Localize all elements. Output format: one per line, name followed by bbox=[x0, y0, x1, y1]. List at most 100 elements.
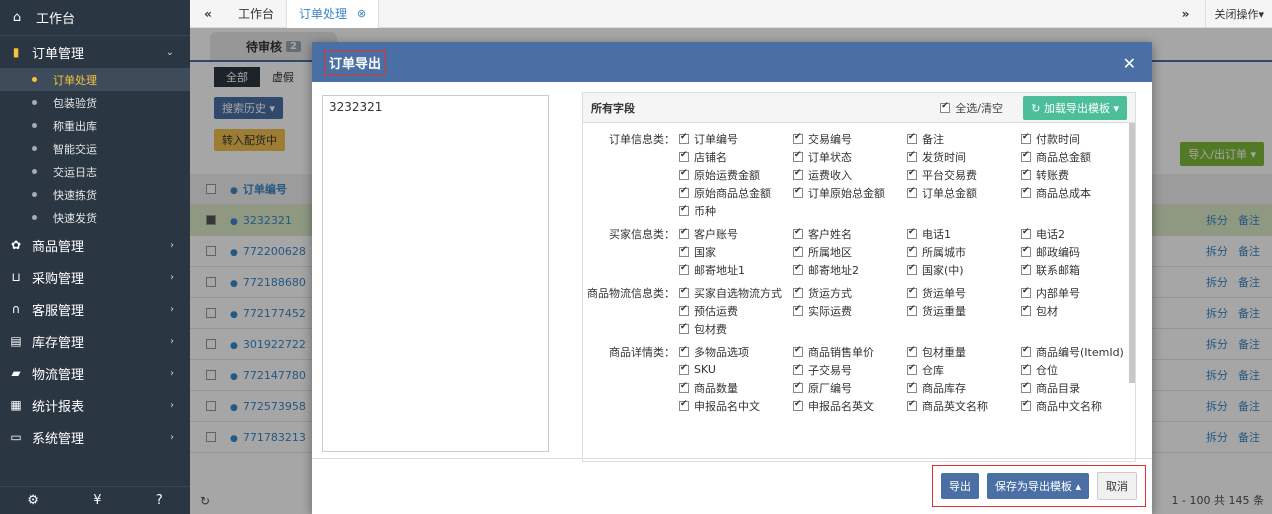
field-checkbox[interactable]: 多物品选项 bbox=[679, 344, 793, 359]
help-icon[interactable]: ? bbox=[156, 493, 163, 508]
field-checkbox[interactable]: 国家(中) bbox=[907, 262, 1021, 277]
tab-workbench[interactable]: 工作台 bbox=[226, 0, 288, 28]
field-checkbox[interactable]: 客户姓名 bbox=[793, 226, 907, 241]
save-template-button[interactable]: 保存为导出模板 ▴ bbox=[986, 473, 1089, 499]
field-checkbox[interactable]: 商品中文名称 bbox=[1021, 398, 1135, 413]
currency-icon[interactable]: ¥ bbox=[93, 493, 101, 508]
sidebar-item-service[interactable]: ∩ 客服管理 › bbox=[0, 293, 190, 325]
field-checkbox[interactable]: 转账费 bbox=[1021, 167, 1135, 182]
sidebar-item-orders[interactable]: ▮ 订单管理 ⌄ bbox=[0, 36, 190, 68]
field-checkbox[interactable]: 商品总金额 bbox=[1021, 149, 1135, 164]
field-checkbox[interactable]: 买家自选物流方式 bbox=[679, 285, 793, 300]
field-checkbox[interactable]: 商品库存 bbox=[907, 380, 1021, 395]
field-checkbox[interactable]: 电话1 bbox=[907, 226, 1021, 241]
sidebar-sub-item[interactable]: 快速发货 bbox=[0, 206, 190, 229]
field-checkbox[interactable]: 实际运费 bbox=[793, 303, 907, 318]
field-checkbox[interactable]: 平台交易费 bbox=[907, 167, 1021, 182]
field-checkbox[interactable]: 原始商品总金额 bbox=[679, 185, 793, 200]
sidebar-item-products[interactable]: ✿ 商品管理 › bbox=[0, 229, 190, 261]
sidebar-item-system[interactable]: ▭ 系统管理 › bbox=[0, 421, 190, 453]
field-checkbox[interactable]: 付款时间 bbox=[1021, 131, 1135, 146]
checkbox-icon bbox=[793, 132, 803, 144]
field-checkbox[interactable]: 货运方式 bbox=[793, 285, 907, 300]
field-checkbox[interactable]: 订单编号 bbox=[679, 131, 793, 146]
close-icon[interactable]: ✕ bbox=[1123, 54, 1136, 73]
field-label: 订单总金额 bbox=[922, 186, 977, 200]
field-checkbox[interactable]: 包材 bbox=[1021, 303, 1135, 318]
field-checkbox[interactable]: 子交易号 bbox=[793, 362, 907, 377]
sidebar-item-reports[interactable]: ▦ 统计报表 › bbox=[0, 389, 190, 421]
sidebar-item-logistics[interactable]: ▰ 物流管理 › bbox=[0, 357, 190, 389]
sidebar-sub-item[interactable]: 快速拣货 bbox=[0, 183, 190, 206]
checkbox-icon bbox=[907, 263, 917, 275]
field-checkbox[interactable]: 备注 bbox=[907, 131, 1021, 146]
refresh-icon[interactable]: ↻ bbox=[200, 494, 210, 508]
field-checkbox[interactable]: 订单总金额 bbox=[907, 185, 1021, 200]
field-checkbox[interactable]: 包材重量 bbox=[907, 344, 1021, 359]
scrollbar[interactable] bbox=[1129, 123, 1135, 383]
sidebar-sub-item[interactable]: 包装验货 bbox=[0, 91, 190, 114]
field-checkbox[interactable]: 原始运费金额 bbox=[679, 167, 793, 182]
settings-icon[interactable]: ⚙ bbox=[27, 493, 39, 508]
sidebar-item-purchase[interactable]: ⊔ 采购管理 › bbox=[0, 261, 190, 293]
field-checkbox[interactable]: 订单原始总金额 bbox=[793, 185, 907, 200]
load-template-button[interactable]: ↻ 加载导出模板 ▾ bbox=[1023, 96, 1127, 120]
close-operations-button[interactable]: 关闭操作 ▾ bbox=[1205, 0, 1272, 28]
field-checkbox[interactable]: 电话2 bbox=[1021, 226, 1135, 241]
sidebar-sub-item[interactable]: 订单处理 bbox=[0, 68, 190, 91]
field-checkbox[interactable]: 订单状态 bbox=[793, 149, 907, 164]
field-checkbox[interactable]: 所属城市 bbox=[907, 244, 1021, 259]
sidebar-sub-item[interactable]: 智能交运 bbox=[0, 137, 190, 160]
sidebar-item-inventory[interactable]: ▤ 库存管理 › bbox=[0, 325, 190, 357]
field-checkbox[interactable]: 邮寄地址2 bbox=[793, 262, 907, 277]
field-label: 商品英文名称 bbox=[922, 399, 988, 413]
field-checkbox[interactable]: 币种 bbox=[679, 203, 793, 218]
field-checkbox[interactable]: 所属地区 bbox=[793, 244, 907, 259]
field-checkbox[interactable]: 包材费 bbox=[679, 321, 793, 336]
field-checkbox[interactable]: 预估运费 bbox=[679, 303, 793, 318]
field-label: 邮寄地址2 bbox=[808, 263, 859, 277]
checkbox-icon bbox=[793, 304, 803, 316]
field-checkbox[interactable]: 商品英文名称 bbox=[907, 398, 1021, 413]
fields-panel: 所有字段 全选/清空 ↻ 加载导出模板 ▾ 订单信息类： 订单编号 交易编号 备注 付款… bbox=[582, 92, 1136, 462]
field-label: 内部单号 bbox=[1036, 286, 1080, 300]
tab-order-processing[interactable]: 订单处理 ⊗ bbox=[287, 0, 380, 28]
close-icon[interactable]: ⊗ bbox=[357, 7, 366, 20]
field-checkbox[interactable]: 货运重量 bbox=[907, 303, 1021, 318]
field-checkbox[interactable]: 邮寄地址1 bbox=[679, 262, 793, 277]
order-ids-textarea[interactable]: 3232321 bbox=[322, 95, 549, 452]
field-checkbox[interactable]: 仓库 bbox=[907, 362, 1021, 377]
field-checkbox[interactable]: 联系邮箱 bbox=[1021, 262, 1135, 277]
field-checkbox[interactable]: 货运单号 bbox=[907, 285, 1021, 300]
field-checkbox[interactable]: 运费收入 bbox=[793, 167, 907, 182]
field-label: 邮政编码 bbox=[1036, 245, 1080, 259]
scroll-left-icon[interactable]: « bbox=[190, 7, 226, 21]
export-button[interactable]: 导出 bbox=[940, 473, 979, 499]
field-checkbox[interactable]: 邮政编码 bbox=[1021, 244, 1135, 259]
field-checkbox[interactable]: 原厂编号 bbox=[793, 380, 907, 395]
sidebar-sub-item[interactable]: 称重出库 bbox=[0, 114, 190, 137]
field-category: 商品详情类： 多物品选项 商品销售单价 包材重量 商品编号(ItemId) SKU 子交易号… bbox=[583, 344, 1135, 413]
field-checkbox[interactable]: 发货时间 bbox=[907, 149, 1021, 164]
field-checkbox[interactable]: 商品数量 bbox=[679, 380, 793, 395]
sidebar-item-workbench[interactable]: ⌂ 工作台 bbox=[0, 0, 190, 36]
field-checkbox[interactable]: 商品销售单价 bbox=[793, 344, 907, 359]
sidebar-sub-item[interactable]: 交运日志 bbox=[0, 160, 190, 183]
field-checkbox[interactable]: 商品目录 bbox=[1021, 380, 1135, 395]
field-label: 邮寄地址1 bbox=[694, 263, 745, 277]
field-checkbox[interactable]: 商品总成本 bbox=[1021, 185, 1135, 200]
select-all-checkbox[interactable]: 全选/清空 bbox=[940, 100, 1003, 116]
cancel-button[interactable]: 取消 bbox=[1097, 472, 1137, 500]
field-label: 原始运费金额 bbox=[694, 168, 760, 182]
field-checkbox[interactable]: 商品编号(ItemId) bbox=[1021, 344, 1135, 359]
field-checkbox[interactable]: SKU bbox=[679, 362, 793, 377]
field-checkbox[interactable]: 客户账号 bbox=[679, 226, 793, 241]
field-checkbox[interactable]: 申报品名英文 bbox=[793, 398, 907, 413]
field-checkbox[interactable]: 仓位 bbox=[1021, 362, 1135, 377]
field-checkbox[interactable]: 交易编号 bbox=[793, 131, 907, 146]
field-checkbox[interactable]: 内部单号 bbox=[1021, 285, 1135, 300]
field-checkbox[interactable]: 申报品名中文 bbox=[679, 398, 793, 413]
scroll-right-icon[interactable]: » bbox=[1165, 7, 1205, 21]
field-checkbox[interactable]: 店铺名 bbox=[679, 149, 793, 164]
field-checkbox[interactable]: 国家 bbox=[679, 244, 793, 259]
